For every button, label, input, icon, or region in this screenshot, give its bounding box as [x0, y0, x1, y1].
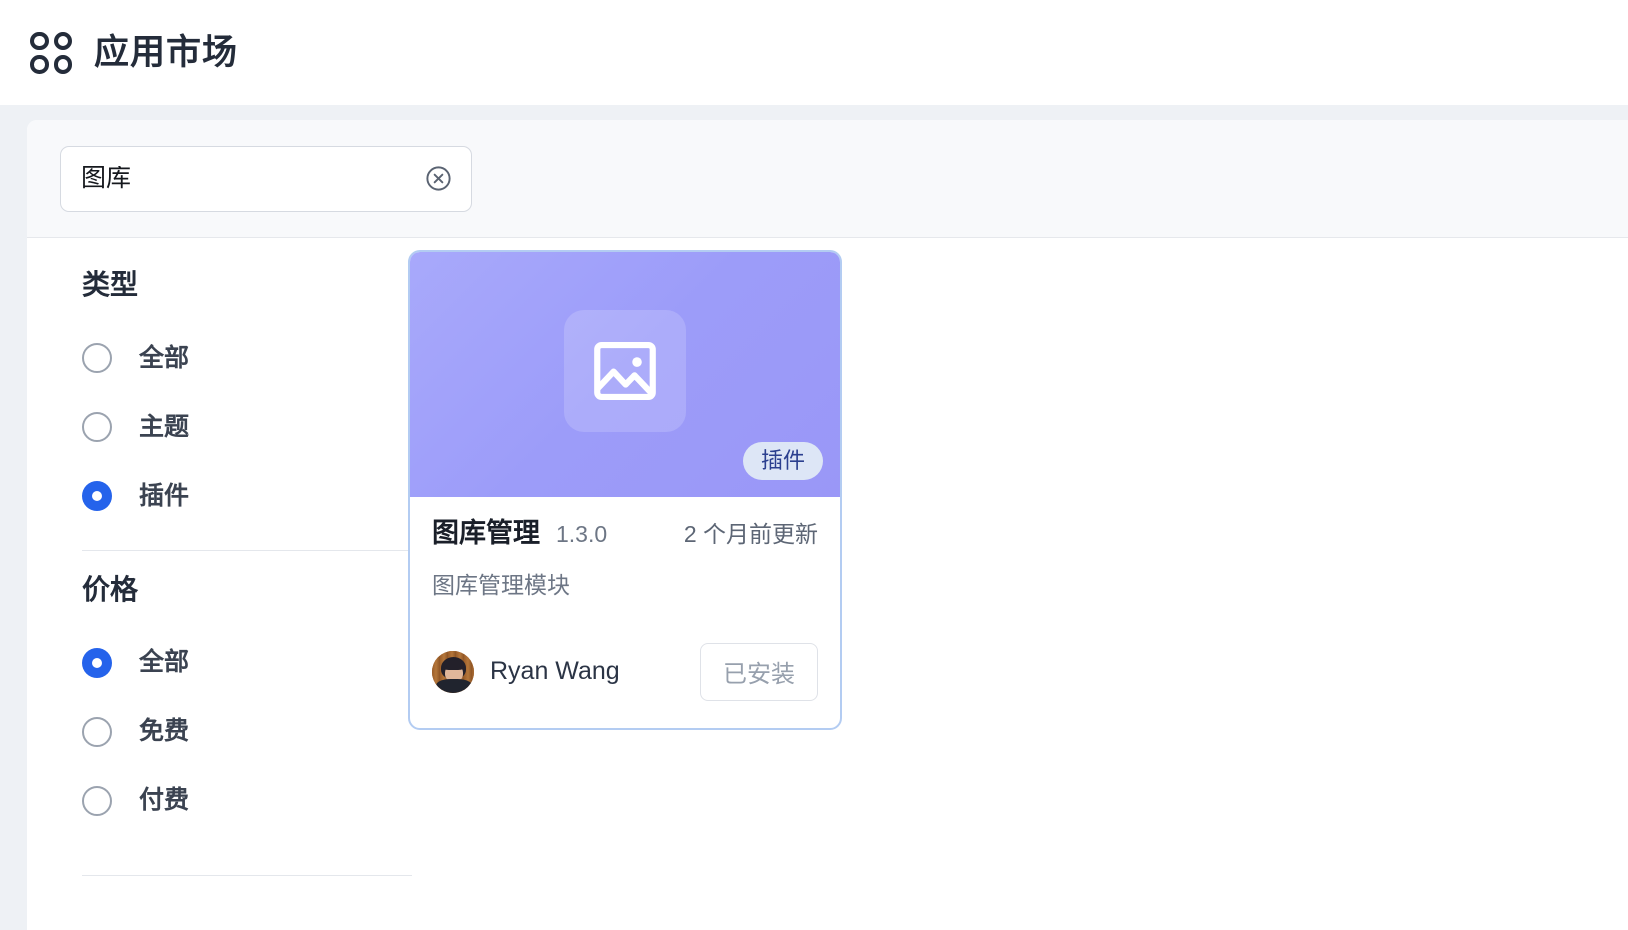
filter-option-label: 免费 — [139, 717, 190, 746]
radio-icon-selected[interactable] — [82, 481, 112, 512]
author-name: Ryan Wang — [490, 657, 620, 686]
app-name: 图库管理 — [432, 518, 540, 548]
search-input-wrapper[interactable]: 图库 — [60, 145, 472, 212]
apps-grid-dot — [30, 31, 49, 50]
app-updated-time: 2 个月前更新 — [683, 521, 818, 547]
radio-icon[interactable] — [82, 785, 112, 816]
filter-title-price: 价格 — [82, 573, 139, 605]
filter-option-type-all[interactable]: 全部 — [82, 324, 387, 393]
marketplace-content: 类型 全部 主题 插件 价格 全部 免费 付费 插件 图库管理 1.3.0 2 … — [27, 238, 1628, 929]
app-card-body: 图库管理 1.3.0 2 个月前更新 图库管理模块 — [410, 497, 840, 600]
app-header: 应用市场 — [0, 0, 1628, 105]
filter-option-price-all[interactable]: 全部 — [82, 628, 387, 697]
app-card-footer: Ryan Wang 已安装 — [410, 616, 840, 728]
radio-icon[interactable] — [82, 412, 112, 443]
filters-sidebar: 类型 全部 主题 插件 价格 全部 免费 付费 — [27, 238, 412, 929]
page-background: 图库 类型 全部 主题 插件 价格 全部 免费 付费 插件 图库管理 1.3.0… — [0, 105, 1628, 930]
filter-option-label: 主题 — [139, 412, 190, 441]
image-placeholder-icon — [564, 309, 686, 432]
filter-option-label: 全部 — [139, 343, 190, 372]
app-card-banner: 插件 — [410, 252, 840, 497]
search-input[interactable]: 图库 — [81, 166, 424, 191]
app-card[interactable]: 插件 图库管理 1.3.0 2 个月前更新 图库管理模块 Ryan Wang 已… — [408, 250, 842, 730]
apps-grid-dot — [30, 55, 49, 74]
page-title: 应用市场 — [94, 33, 239, 72]
radio-icon[interactable] — [82, 716, 112, 747]
app-card-grid: 插件 图库管理 1.3.0 2 个月前更新 图库管理模块 Ryan Wang 已… — [387, 238, 842, 929]
filter-option-price-free[interactable]: 免费 — [82, 697, 387, 766]
app-card-title-row: 图库管理 1.3.0 2 个月前更新 — [432, 520, 818, 547]
avatar-body — [436, 678, 472, 693]
app-type-badge: 插件 — [742, 442, 823, 480]
filter-option-label: 插件 — [139, 481, 190, 510]
radio-icon-selected[interactable] — [82, 647, 112, 678]
marketplace-panel: 图库 类型 全部 主题 插件 价格 全部 免费 付费 插件 图库管理 1.3.0… — [27, 120, 1628, 930]
apps-grid-icon — [30, 31, 72, 74]
install-button[interactable]: 已安装 — [700, 642, 818, 701]
search-strip: 图库 — [27, 120, 1628, 238]
apps-grid-dot — [53, 55, 72, 74]
clear-search-icon[interactable] — [424, 164, 453, 193]
app-version: 1.3.0 — [556, 521, 608, 547]
filter-group-price: 价格 全部 免费 付费 — [82, 573, 387, 836]
author-avatar — [432, 650, 474, 693]
filter-option-label: 全部 — [139, 648, 190, 677]
filter-title-type: 类型 — [82, 269, 139, 300]
filter-option-type-theme[interactable]: 主题 — [82, 393, 387, 462]
filter-group-type: 类型 全部 主题 插件 — [82, 268, 387, 531]
radio-icon[interactable] — [82, 343, 112, 374]
filter-option-label: 付费 — [139, 786, 190, 815]
apps-grid-dot — [53, 31, 72, 50]
filter-option-price-paid[interactable]: 付费 — [82, 766, 387, 835]
filter-option-type-plugin[interactable]: 插件 — [82, 462, 387, 531]
filter-divider — [82, 549, 412, 551]
avatar-hair — [442, 659, 465, 670]
filter-divider — [82, 875, 412, 877]
app-description: 图库管理模块 — [432, 572, 570, 598]
